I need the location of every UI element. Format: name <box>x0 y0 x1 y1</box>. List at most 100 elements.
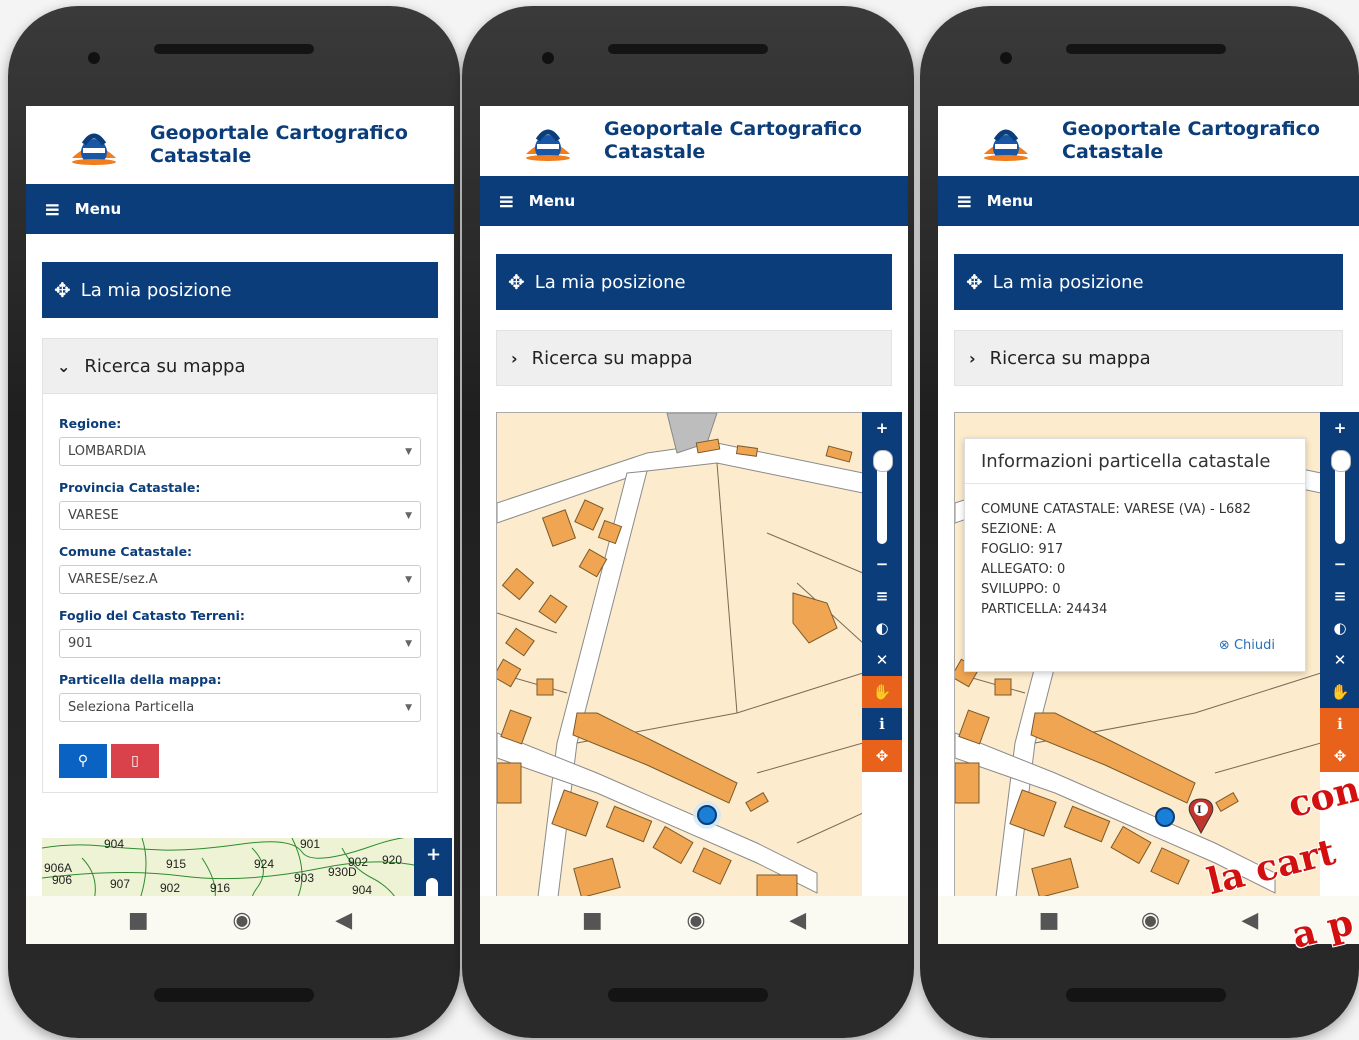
zoom-slider[interactable] <box>862 444 902 548</box>
municipality-value: VARESE/sez.A <box>68 572 158 587</box>
municipality-label: Comune Catastale: <box>59 544 193 559</box>
contrast-icon: ◐ <box>1333 619 1347 637</box>
pan-button[interactable]: ✋ <box>862 676 902 708</box>
fullscreen-button[interactable]: ✕ <box>862 644 902 676</box>
recents-icon[interactable]: ■ <box>582 908 603 933</box>
my-position-label: La mia posizione <box>80 279 232 301</box>
chevron-down-icon: ⌄ <box>57 356 71 376</box>
search-on-map-accordion[interactable]: › Ricerca su mappa <box>496 330 892 386</box>
municipality-select[interactable]: VARESE/sez.A ▼ <box>59 565 421 594</box>
layers-button[interactable]: ≡ <box>862 580 902 612</box>
parcel-value: Seleziona Particella <box>68 700 195 715</box>
minimap-label: 924 <box>254 857 274 871</box>
contrast-button[interactable]: ◐ <box>862 612 902 644</box>
minimap-label: 920 <box>382 853 402 867</box>
search-button[interactable]: ⚲ <box>59 744 107 778</box>
fullscreen-button[interactable]: ✕ <box>1320 644 1359 676</box>
app-title-line1: Geoportale Cartografico <box>604 118 862 140</box>
home-icon[interactable]: ◉ <box>686 908 705 933</box>
app-title: Geoportale Cartografico Catastale <box>1062 118 1320 164</box>
region-select[interactable]: LOMBARDIA ▼ <box>59 437 421 466</box>
sheet-value: 901 <box>68 636 93 651</box>
sheet-label: Foglio del Catasto Terreni: <box>59 608 245 623</box>
region-label: Regione: <box>59 416 122 431</box>
phone-2: Geoportale Cartografico Catastale ≡ Menu… <box>462 6 914 1038</box>
screen-map: Geoportale Cartografico Catastale ≡ Menu… <box>480 106 908 944</box>
search-on-map-accordion[interactable]: ⌄ Ricerca su mappa <box>42 338 438 394</box>
app-title-line2: Catastale <box>604 141 706 163</box>
home-icon[interactable]: ◉ <box>1141 908 1160 933</box>
plus-icon: + <box>1333 419 1347 437</box>
svg-text:I: I <box>1197 805 1202 816</box>
recents-icon[interactable]: ■ <box>128 908 149 933</box>
layers-button[interactable]: ≡ <box>1320 580 1359 612</box>
app-title: Geoportale Cartografico Catastale <box>150 122 408 168</box>
hand-icon: ✋ <box>1330 683 1350 701</box>
zoom-slider[interactable] <box>1320 444 1359 548</box>
phone-speaker <box>1066 44 1226 54</box>
caret-down-icon: ▼ <box>405 510 412 521</box>
menu-bar[interactable]: ≡ Menu <box>480 176 908 226</box>
zoom-out-button[interactable]: − <box>862 548 902 580</box>
chevron-right-icon: › <box>511 348 518 368</box>
app-title-line2: Catastale <box>1062 141 1164 163</box>
caret-down-icon: ▼ <box>405 702 412 713</box>
zoom-in-button[interactable]: + <box>862 412 902 444</box>
sheet-select[interactable]: 901 ▼ <box>59 629 421 658</box>
popup-line: FOGLIO: 917 <box>981 542 1064 557</box>
search-form: Regione: LOMBARDIA ▼ Provincia Catastale:… <box>42 394 438 793</box>
contrast-button[interactable]: ◐ <box>1320 612 1359 644</box>
phone-bottom-speaker <box>608 988 768 1002</box>
phone-speaker <box>154 44 314 54</box>
back-icon[interactable]: ◀ <box>335 908 352 933</box>
zoom-slider-handle[interactable] <box>1331 450 1351 472</box>
search-on-map-label: Ricerca su mappa <box>84 355 246 377</box>
hamburger-icon[interactable]: ≡ <box>44 197 61 221</box>
crosshair-icon: ✥ <box>966 270 983 294</box>
agency-logo <box>522 118 574 164</box>
back-icon[interactable]: ◀ <box>789 908 806 933</box>
my-position-label: La mia posizione <box>534 271 686 293</box>
caret-down-icon: ▼ <box>405 446 412 457</box>
home-icon[interactable]: ◉ <box>232 908 251 933</box>
cadastral-map[interactable] <box>496 412 864 906</box>
pan-button[interactable]: ✋ <box>1320 676 1359 708</box>
popup-close-button[interactable]: ⊗ Chiudi <box>1219 638 1275 653</box>
popup-title: Informazioni particella catastale <box>965 439 1305 484</box>
minimap-label: 915 <box>166 857 186 871</box>
info-button[interactable]: ℹ <box>1320 708 1359 740</box>
hamburger-icon[interactable]: ≡ <box>498 189 515 213</box>
phone-bottom-speaker <box>1066 988 1226 1002</box>
locate-button[interactable]: ✥ <box>862 740 902 772</box>
crosshair-icon: ✥ <box>54 278 71 302</box>
zoom-slider-handle[interactable] <box>873 450 893 472</box>
search-on-map-label: Ricerca su mappa <box>989 347 1151 369</box>
minimap-label: 907 <box>110 877 130 891</box>
contrast-icon: ◐ <box>875 619 889 637</box>
popup-line: COMUNE CATASTALE: VARESE (VA) - L682 <box>981 502 1251 517</box>
menu-bar[interactable]: ≡ Menu <box>26 184 454 234</box>
hand-icon: ✋ <box>872 683 892 701</box>
zoom-out-button[interactable]: − <box>1320 548 1359 580</box>
search-on-map-accordion[interactable]: › Ricerca su mappa <box>954 330 1343 386</box>
my-position-button[interactable]: ✥ La mia posizione <box>42 262 438 318</box>
hamburger-icon[interactable]: ≡ <box>956 189 973 213</box>
minimap-label: 901 <box>300 838 320 851</box>
info-button[interactable]: ℹ <box>862 708 902 740</box>
menu-bar[interactable]: ≡ Menu <box>938 176 1359 226</box>
menu-label: Menu <box>986 192 1034 210</box>
menu-label: Menu <box>74 200 122 218</box>
clear-button[interactable]: ▯ <box>111 744 159 778</box>
form-buttons: ⚲ ▯ <box>59 744 421 778</box>
locate-icon: ✥ <box>875 747 889 765</box>
phone-bottom-speaker <box>154 988 314 1002</box>
menu-label: Menu <box>528 192 576 210</box>
my-position-button[interactable]: ✥ La mia posizione <box>954 254 1343 310</box>
parcel-select[interactable]: Seleziona Particella ▼ <box>59 693 421 722</box>
eraser-icon: ▯ <box>131 753 139 769</box>
my-position-button[interactable]: ✥ La mia posizione <box>496 254 892 310</box>
province-select[interactable]: VARESE ▼ <box>59 501 421 530</box>
zoom-in-button[interactable]: + <box>1320 412 1359 444</box>
back-icon[interactable]: ◀ <box>1241 908 1258 933</box>
recents-icon[interactable]: ■ <box>1039 908 1060 933</box>
